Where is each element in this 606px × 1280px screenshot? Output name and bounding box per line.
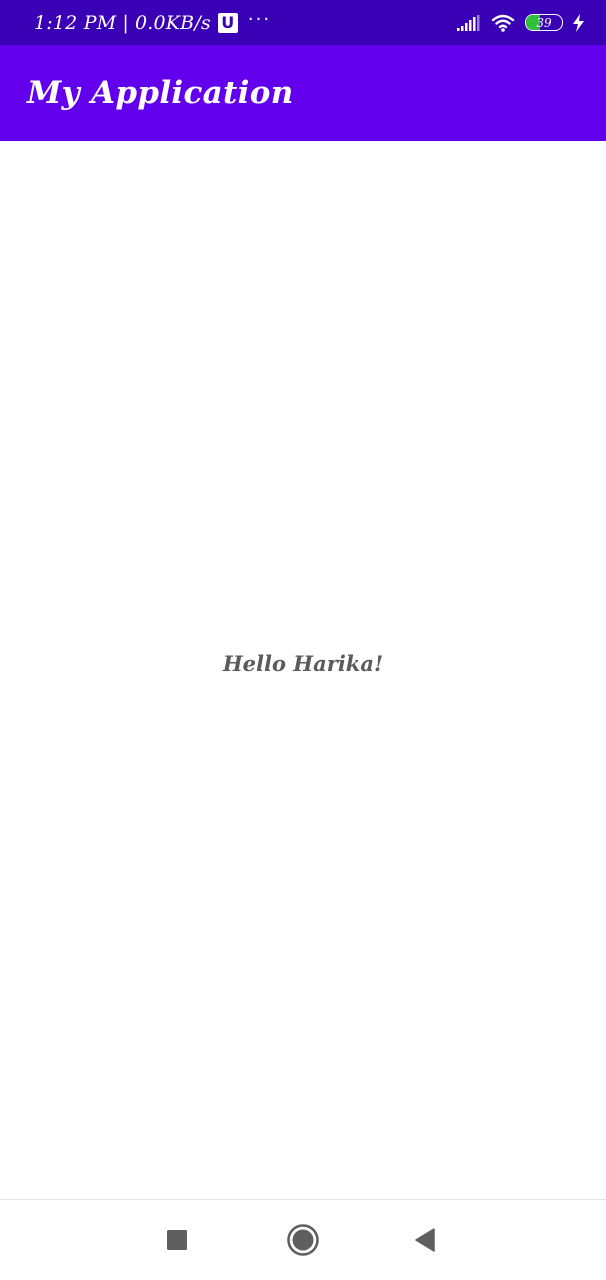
status-time: 1:12 PM [34,11,117,34]
battery-level: 39 [536,15,552,30]
app-screen: 1:12 PM | 0.0KB/s U ··· 39 My Applicatio… [0,0,606,1280]
main-content: Hello Harika! [0,141,606,1199]
app-bar: My Application [0,45,606,141]
greeting-text: Hello Harika! [222,651,384,676]
home-circle-icon [287,1224,319,1256]
notification-badge-icon: U [217,12,238,33]
signal-icon [457,14,480,31]
back-triangle-icon [415,1228,435,1252]
more-notifications-indicator: ··· [247,9,272,30]
navigation-bar [0,1199,606,1280]
status-separator: | [122,11,129,34]
home-button[interactable] [285,1222,321,1258]
recents-square-icon [167,1230,187,1250]
battery-icon: 39 [525,14,563,31]
recents-button[interactable] [159,1222,195,1258]
back-button[interactable] [407,1222,443,1258]
status-bar: 1:12 PM | 0.0KB/s U ··· 39 [0,0,606,45]
status-right: 39 [457,13,584,32]
network-speed: 0.0KB/s [134,11,211,34]
charging-bolt-icon [573,13,584,32]
status-left: 1:12 PM | 0.0KB/s U ··· [34,9,272,34]
wifi-icon [491,14,515,32]
app-title: My Application [27,75,294,111]
